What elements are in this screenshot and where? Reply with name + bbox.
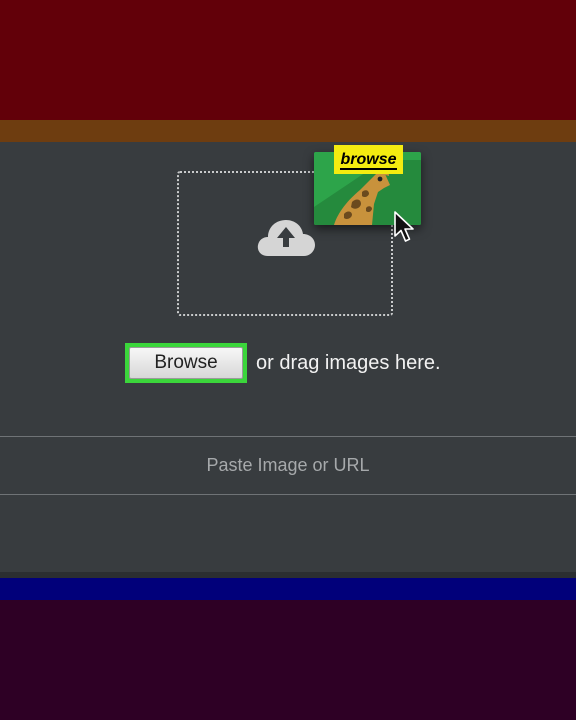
- bottom-color-band: [0, 600, 576, 720]
- drag-hint-text: or drag images here.: [256, 352, 441, 374]
- blue-color-band: [0, 578, 576, 600]
- browse-button[interactable]: Browse: [129, 347, 243, 379]
- mouse-cursor-icon: [394, 211, 414, 242]
- paste-url-input[interactable]: [0, 437, 576, 494]
- browse-annotation-label: browse: [340, 151, 397, 170]
- top-color-band: [0, 0, 576, 120]
- cloud-upload-icon: [257, 220, 315, 256]
- divider-bottom: [0, 494, 576, 495]
- browse-annotation-tag: browse: [334, 145, 403, 174]
- orange-color-band: [0, 120, 576, 142]
